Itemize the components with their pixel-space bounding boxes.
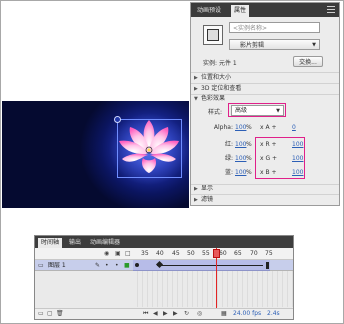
tab-output[interactable]: 输出 <box>66 238 84 248</box>
onion-skin-icon[interactable]: ◎ <box>197 309 202 319</box>
alpha-percent-sign: % <box>246 124 252 131</box>
frame-grid[interactable] <box>133 271 293 307</box>
timeline-header: ◉ ▣ □ 35 40 45 50 55 60 65 70 75 <box>35 248 293 260</box>
expand-arrow-icon: ▶ <box>194 197 198 203</box>
instance-of-value: 元件 1 <box>218 60 237 67</box>
alpha-label: Alpha: <box>213 124 233 131</box>
tween-line <box>157 265 263 266</box>
elapsed-time: 2.4s <box>267 310 280 317</box>
red-percent[interactable]: 100 <box>235 140 246 149</box>
style-label: 样式: <box>208 109 223 116</box>
panel-tab-bar: 动画预设 属性 <box>191 3 339 17</box>
layer-name[interactable]: 图层 1 <box>48 261 66 270</box>
divider <box>191 194 339 195</box>
outline-square-icon[interactable]: ■ <box>124 261 130 270</box>
frame-number: 70 <box>250 250 258 257</box>
instance-name-input[interactable]: <实例名称> <box>229 22 320 33</box>
new-layer-icon[interactable]: ▭ <box>38 309 44 319</box>
playhead-handle[interactable] <box>213 249 220 258</box>
green-percent[interactable]: 100 <box>235 154 246 163</box>
frame-number: 55 <box>202 250 210 257</box>
section-color-effect[interactable]: ▼ 色彩效果 <box>194 94 225 103</box>
divider <box>191 184 339 185</box>
instance-of-row: 实例: 元件 1 <box>203 58 237 67</box>
tab-timeline[interactable]: 时间轴 <box>38 238 63 248</box>
tween-start-keyframe[interactable] <box>135 263 139 267</box>
chevron-down-icon: ▼ <box>312 42 316 48</box>
instance-of-label: 实例: <box>203 60 218 67</box>
timeline-footer: ▭ ▢ 🗑 ⏮ ◀ ▶ ▶ ↻ ◎ ▦ 24.00 fps 2.4s <box>35 308 293 319</box>
step-forward-icon[interactable]: ▶ <box>173 309 178 319</box>
eye-icon[interactable]: ◉ <box>104 251 109 257</box>
pencil-icon: ✎ <box>95 262 101 269</box>
play-icon[interactable]: ▶ <box>163 309 168 319</box>
lock-dot-icon[interactable]: • <box>115 261 119 270</box>
green-percent-sign: % <box>246 155 252 162</box>
instance-type-value: 影片剪辑 <box>240 42 265 49</box>
frame-number: 45 <box>172 250 180 257</box>
alpha-row: Alpha: 100 % x A + 0 <box>191 123 339 132</box>
expand-arrow-icon: ▶ <box>194 86 198 92</box>
selection-bounding-box[interactable] <box>117 119 182 178</box>
instance-type-select[interactable]: 影片剪辑 ▼ <box>229 39 320 50</box>
layer-icon: ▭ <box>38 262 44 269</box>
edit-multiple-frames-icon[interactable]: ▦ <box>221 309 227 319</box>
tween-end-marker[interactable] <box>266 262 269 269</box>
outline-icon[interactable]: □ <box>125 251 131 257</box>
section-3d-position[interactable]: ▶ 3D 定位和查看 <box>194 84 241 93</box>
section-filters[interactable]: ▶ 滤镜 <box>194 195 213 204</box>
alpha-multiplier: x A + <box>260 124 277 131</box>
blue-percent-sign: % <box>246 169 252 176</box>
section-position-size[interactable]: ▶ 位置和大小 <box>194 73 231 82</box>
green-label: 绿: <box>224 155 233 162</box>
fps-value[interactable]: 24.00 fps <box>233 309 261 319</box>
timeline-panel: 时间轴 输出 动画编辑器 ◉ ▣ □ 35 40 45 50 55 60 65 … <box>34 235 294 320</box>
swap-button[interactable]: 交换... <box>293 56 323 67</box>
visibility-dot-icon[interactable]: • <box>105 261 109 270</box>
red-percent-sign: % <box>246 141 252 148</box>
delete-icon[interactable]: 🗑 <box>56 309 64 319</box>
tab-properties[interactable]: 属性 <box>231 5 250 17</box>
red-label: 红: <box>224 141 233 148</box>
motion-tween-span[interactable] <box>133 260 270 271</box>
frame-number: 50 <box>187 250 195 257</box>
lock-icon[interactable]: ▣ <box>115 251 121 257</box>
section-display[interactable]: ▶ 显示 <box>194 184 213 193</box>
alpha-percent[interactable]: 100 <box>235 123 246 132</box>
loop-icon[interactable]: ↻ <box>184 309 189 319</box>
go-first-icon[interactable]: ⏮ <box>143 309 148 319</box>
frame-number: 65 <box>234 250 242 257</box>
style-highlight-box <box>228 103 286 117</box>
movie-clip-icon <box>203 25 223 45</box>
tab-motion-editor[interactable]: 动画编辑器 <box>87 238 123 248</box>
frame-number: 35 <box>141 250 149 257</box>
timeline-tab-bar: 时间轴 输出 动画编辑器 <box>35 236 293 248</box>
expand-arrow-icon: ▶ <box>194 75 198 81</box>
blue-percent[interactable]: 100 <box>235 168 246 177</box>
collapse-arrow-icon: ▼ <box>194 96 198 102</box>
rgb-offset-highlight-box <box>255 137 305 179</box>
stage-canvas[interactable] <box>2 101 189 208</box>
alpha-offset[interactable]: 0 <box>292 123 296 132</box>
panel-menu-icon[interactable] <box>327 6 335 13</box>
registration-handle[interactable] <box>114 116 121 123</box>
frame-number: 75 <box>265 250 273 257</box>
new-folder-icon[interactable]: ▢ <box>47 309 53 319</box>
expand-arrow-icon: ▶ <box>194 186 198 192</box>
properties-panel: 动画预设 属性 <实例名称> 影片剪辑 ▼ 实例: 元件 1 交换... ▶ 位置… <box>190 2 340 206</box>
tab-animation-presets[interactable]: 动画预设 <box>194 5 224 16</box>
step-back-icon[interactable]: ◀ <box>153 309 158 319</box>
blue-label: 蓝: <box>224 169 233 176</box>
frame-number: 40 <box>156 250 164 257</box>
frame-number: 60 <box>219 250 227 257</box>
